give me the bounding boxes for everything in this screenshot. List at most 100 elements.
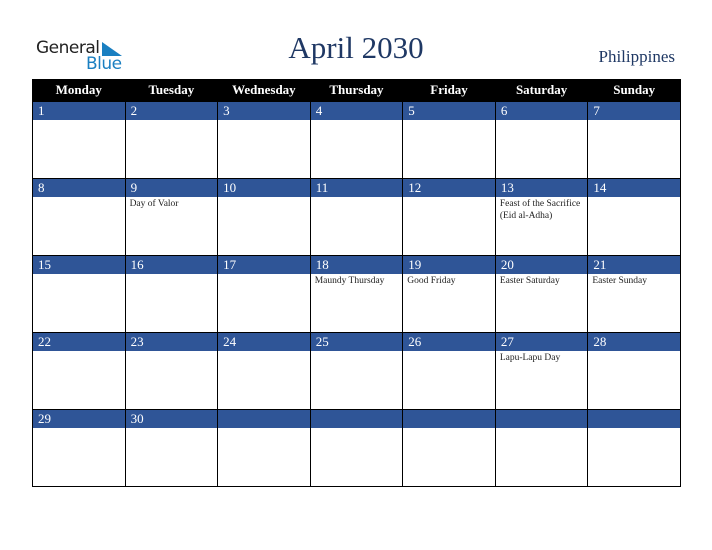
holiday-label: Good Friday [407, 276, 456, 286]
day-number: 20 [495, 256, 588, 274]
day-cell[interactable]: 6 [494, 101, 589, 179]
weekday-header-monday: Monday [32, 79, 126, 102]
holiday-label: Easter Sunday [592, 276, 647, 286]
holiday-label [311, 197, 403, 199]
holiday-label: Day of Valor [129, 199, 179, 209]
day-cell[interactable]: 27 Lapu-Lapu Day [494, 332, 589, 410]
day-number: 7 [588, 102, 680, 120]
holiday-label [33, 351, 125, 353]
holiday-label [33, 428, 125, 430]
day-cell[interactable]: 26 [402, 332, 496, 410]
day-number [588, 410, 680, 428]
day-number: 10 [218, 179, 310, 197]
weekday-header-saturday: Saturday [494, 79, 589, 102]
day-cell[interactable] [402, 409, 496, 487]
week-row: 1234567 [32, 101, 681, 179]
day-number: 3 [218, 102, 310, 120]
day-cell[interactable]: 18 Maundy Thursday [309, 255, 404, 333]
holiday-label: Feast of the Sacrifice (Eid al-Adha) [499, 199, 581, 221]
day-number: 21 [588, 256, 680, 274]
day-cell[interactable] [309, 409, 404, 487]
day-number: 6 [495, 102, 588, 120]
holiday-label [496, 120, 588, 122]
day-cell[interactable]: 4 [309, 101, 404, 179]
weekday-header-row: Monday Tuesday Wednesday Thursday Friday Satu… [32, 79, 681, 102]
day-cell[interactable]: 3 [217, 101, 311, 179]
day-cell[interactable]: 29 [32, 409, 126, 487]
day-number: 22 [33, 333, 125, 351]
holiday-label [588, 197, 680, 199]
day-number: 29 [33, 410, 125, 428]
weekday-header-wednesday: Wednesday [217, 79, 311, 102]
holiday-label [126, 351, 218, 353]
day-cell[interactable]: 14 [587, 178, 681, 256]
holiday-label [218, 120, 310, 122]
day-number: 23 [125, 333, 218, 351]
day-number: 14 [588, 179, 680, 197]
day-cell[interactable]: 24 [217, 332, 311, 410]
day-number [495, 410, 588, 428]
day-cell[interactable]: 28 [587, 332, 681, 410]
day-cell[interactable]: 25 [309, 332, 404, 410]
day-number: 18 [310, 256, 403, 274]
holiday-label [33, 274, 125, 276]
holiday-label [588, 120, 680, 122]
day-cell[interactable]: 11 [309, 178, 404, 256]
holiday-label [126, 120, 218, 122]
day-number: 19 [403, 256, 495, 274]
day-cell[interactable]: 23 [124, 332, 219, 410]
day-cell[interactable]: 8 [32, 178, 126, 256]
day-cell[interactable]: 15 [32, 255, 126, 333]
day-cell[interactable]: 17 [217, 255, 311, 333]
day-cell[interactable]: 10 [217, 178, 311, 256]
day-number: 17 [218, 256, 310, 274]
day-number: 8 [33, 179, 125, 197]
weekday-header-sunday: Sunday [587, 79, 681, 102]
weekday-header-thursday: Thursday [309, 79, 404, 102]
holiday-label [403, 428, 495, 430]
day-cell[interactable] [587, 409, 681, 487]
day-number [310, 410, 403, 428]
week-row: 15 16 17 18 Maundy Thursday 19 Good Friday 20 Ea… [32, 255, 681, 333]
day-cell[interactable]: 13 Feast of the Sacrifice (Eid al-Adha) [494, 178, 589, 256]
day-cell[interactable]: 1 [32, 101, 126, 179]
day-number: 30 [125, 410, 218, 428]
day-cell[interactable]: 19 Good Friday [402, 255, 496, 333]
holiday-label [311, 351, 403, 353]
day-cell[interactable]: 12 [402, 178, 496, 256]
holiday-label [403, 351, 495, 353]
holiday-label: Easter Saturday [499, 276, 560, 286]
day-number: 13 [495, 179, 588, 197]
holiday-label [403, 120, 495, 122]
holiday-label [496, 428, 588, 430]
day-cell[interactable]: 9 Day of Valor [124, 178, 219, 256]
day-number: 9 [125, 179, 218, 197]
holiday-label [311, 428, 403, 430]
day-cell[interactable]: 21 Easter Sunday [587, 255, 681, 333]
day-cell[interactable] [217, 409, 311, 487]
holiday-label [311, 120, 403, 122]
day-number: 15 [33, 256, 125, 274]
day-cell[interactable]: 22 [32, 332, 126, 410]
holiday-label [126, 274, 218, 276]
day-cell[interactable]: 16 [124, 255, 219, 333]
day-number: 26 [403, 333, 495, 351]
day-cell[interactable]: 5 [402, 101, 496, 179]
day-number: 28 [588, 333, 680, 351]
holiday-label [218, 197, 310, 199]
day-cell[interactable]: 2 [124, 101, 219, 179]
day-number: 5 [403, 102, 495, 120]
country-label: Philippines [598, 47, 675, 66]
day-cell[interactable] [494, 409, 589, 487]
holiday-label [33, 197, 125, 199]
day-number: 12 [403, 179, 495, 197]
day-cell[interactable]: 7 [587, 101, 681, 179]
day-number [218, 410, 310, 428]
holiday-label [126, 428, 218, 430]
holiday-label [218, 274, 310, 276]
day-number: 4 [310, 102, 403, 120]
week-row: 8 9 Day of Valor 10 11 12 13 Feast of the Sacri… [32, 178, 681, 256]
day-cell[interactable]: 20 Easter Saturday [494, 255, 589, 333]
week-row: 22 23 24 25 26 27 Lapu-Lapu Day 28 [32, 332, 681, 410]
day-cell[interactable]: 30 [124, 409, 219, 487]
